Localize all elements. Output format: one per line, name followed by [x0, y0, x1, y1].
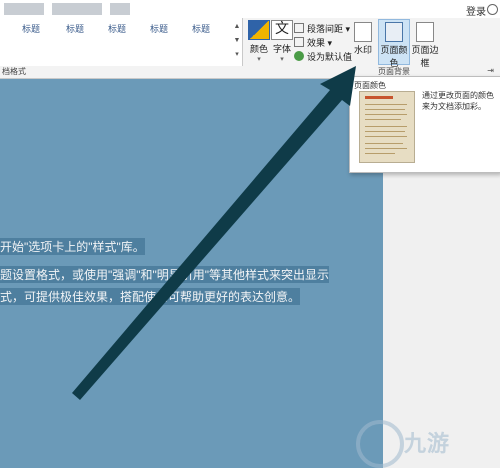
- brand-watermark: 九游: [404, 431, 451, 456]
- annotation-arrow: [72, 66, 356, 400]
- arrow-shape: [72, 66, 356, 400]
- brand-logo-icon: [356, 420, 404, 468]
